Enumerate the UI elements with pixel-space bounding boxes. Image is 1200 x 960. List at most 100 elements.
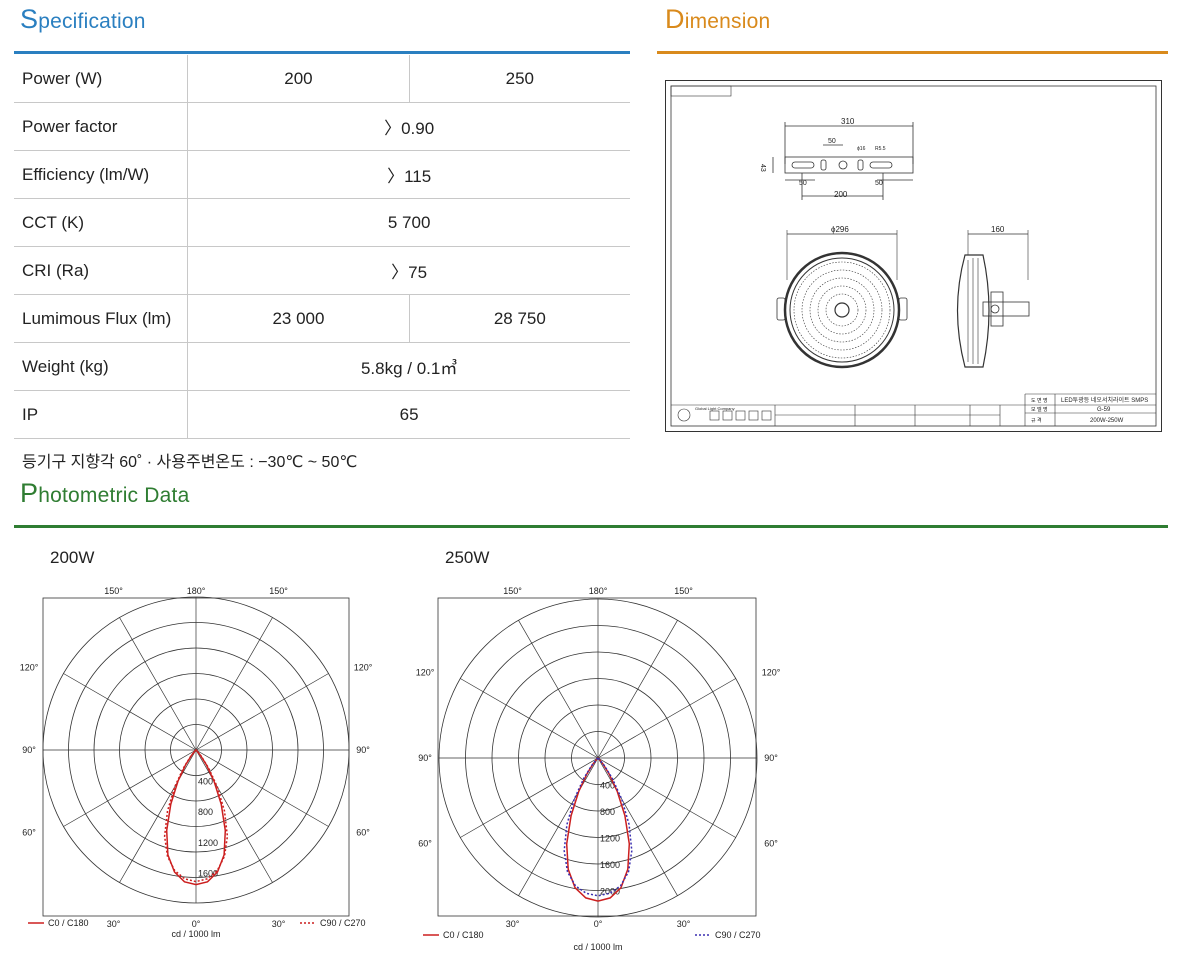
title-company: Global Light Company — [695, 406, 735, 411]
dimension-drawing: 310 50 ϕ16 R5.5 43 50 50 200 ϕ296 160 Gl… — [665, 80, 1162, 432]
unit-label: cd / 1000 lm — [171, 929, 220, 939]
spec-note: 등기구 지향각 60˚ · 사용주변온도 : −30℃ ~ 50℃ — [22, 454, 358, 471]
row-value: 250 — [409, 55, 630, 103]
chart-250w-title: 250W — [445, 548, 490, 567]
angle-label: 60° — [764, 839, 778, 849]
dim-43: 43 — [759, 164, 766, 172]
angle-label: 0° — [594, 919, 603, 929]
title-product-label: 도 면 명 — [1031, 397, 1048, 404]
angle-label: 150° — [674, 586, 693, 596]
row-value: 28 750 — [409, 294, 630, 343]
polar-spoke — [518, 757, 599, 896]
row-label: IP — [14, 390, 189, 439]
angle-label: 30° — [677, 919, 691, 929]
row-label: Lumimous Flux (lm) — [14, 294, 189, 343]
dim-160: 160 — [991, 225, 1005, 234]
row-value: 5 700 — [187, 198, 630, 247]
legend-label: C0 / C180 — [443, 930, 484, 940]
row-value: 〉115 — [187, 150, 630, 199]
polar-chart-250w: 150° 180° 150° 120° 120° 90° 90° 60° 60° 30° 0° 30°… — [416, 586, 781, 952]
table-row: IP 65 — [14, 390, 630, 439]
dim-50-left: 50 — [799, 180, 807, 187]
angle-label: 60° — [356, 828, 370, 838]
polar-chart-200w: 150° 180° 150° 120° 120° 90° 90° 60° 60° 30° 0° 30°… — [20, 586, 373, 939]
angle-label: 60° — [22, 828, 36, 838]
angle-label: 30° — [506, 919, 520, 929]
radial-tick-label: 1600 — [600, 860, 620, 870]
spec-title-rule — [14, 51, 630, 54]
spec-title-rest: pecification — [38, 10, 146, 33]
row-label: CCT (K) — [14, 198, 189, 247]
legend-label: C90 / C270 — [320, 918, 366, 928]
angle-label: 150° — [503, 586, 522, 596]
photometric-title-cap: P — [20, 478, 39, 508]
radial-tick-label: 400 — [198, 777, 213, 787]
angle-label: 180° — [187, 586, 206, 596]
polar-spoke — [195, 617, 273, 751]
row-label: Weight (kg) — [14, 342, 189, 391]
dimension-title-rest: imension — [684, 10, 771, 33]
angle-label: 120° — [354, 663, 373, 673]
table-row: CCT (K) 5 700 — [14, 198, 630, 247]
dimension-title-rule — [657, 51, 1168, 54]
polar-spoke — [597, 678, 736, 759]
row-value: 23 000 — [187, 294, 410, 343]
spec-title: Specification — [20, 4, 146, 35]
dim-200: 200 — [834, 190, 848, 199]
polar-spoke — [518, 620, 599, 759]
angle-label: 120° — [762, 668, 781, 678]
angle-label: 30° — [107, 919, 121, 929]
angle-label: 120° — [20, 663, 39, 673]
spec-table: Power (W) 200 250 Power factor 〉0.90 Eff… — [14, 55, 630, 439]
polar-spoke — [460, 678, 599, 759]
dim-radius: R5.5 — [875, 146, 886, 152]
photometric-title-rule — [14, 525, 1168, 528]
radial-tick-label: 800 — [600, 807, 615, 817]
polar-spoke — [597, 757, 678, 896]
table-row: Lumimous Flux (lm) 23 000 28 750 — [14, 294, 630, 343]
angle-label: 90° — [764, 753, 778, 763]
table-row: CRI (Ra) 〉75 — [14, 246, 630, 295]
legend-label: C0 / C180 — [48, 918, 89, 928]
angle-label: 180° — [589, 586, 608, 596]
angle-label: 90° — [356, 745, 370, 755]
dimension-title-cap: D — [665, 4, 685, 34]
row-value: 200 — [187, 55, 410, 103]
polar-spoke — [195, 673, 329, 751]
radial-tick-label: 800 — [198, 807, 213, 817]
row-value: 5.8kg / 0.1㎥ — [187, 342, 630, 391]
title-spec-label: 규 격 — [1031, 417, 1042, 424]
title-model: G-59 — [1097, 407, 1111, 413]
table-row: Power (W) 200 250 — [14, 55, 630, 103]
radial-tick-label: 1200 — [600, 834, 620, 844]
title-product-name: LED투광등 네오서치라이트 SMPS — [1061, 396, 1148, 404]
row-label: Power factor — [14, 102, 189, 151]
row-value: 〉0.90 — [187, 102, 630, 151]
table-row: Efficiency (lm/W) 〉115 — [14, 150, 630, 199]
angle-label: 0° — [192, 919, 201, 929]
polar-grid — [42, 596, 350, 917]
title-model-label: 모 델 명 — [1031, 406, 1048, 413]
legend-label: C90 / C270 — [715, 930, 761, 940]
angle-label: 150° — [269, 586, 288, 596]
polar-spoke — [597, 620, 678, 759]
row-value: 65 — [187, 390, 630, 439]
angle-label: 30° — [272, 919, 286, 929]
polar-spoke — [119, 617, 197, 751]
unit-label: cd / 1000 lm — [573, 942, 622, 952]
row-label: Efficiency (lm/W) — [14, 150, 189, 199]
polar-spoke — [63, 673, 197, 751]
dim-dia296: ϕ296 — [831, 225, 849, 234]
photometric-title-rest: hotometric Data — [38, 484, 190, 507]
angle-label: 150° — [104, 586, 123, 596]
dim-hole: ϕ16 — [857, 146, 866, 152]
table-row: Power factor 〉0.90 — [14, 102, 630, 151]
row-value: 〉75 — [187, 246, 630, 295]
angle-label: 120° — [416, 668, 435, 678]
angle-label: 90° — [418, 753, 432, 763]
row-label: CRI (Ra) — [14, 246, 189, 295]
row-label: Power (W) — [14, 55, 189, 103]
dimension-title: Dimension — [665, 4, 770, 35]
dim-50-top: 50 — [828, 138, 836, 145]
table-row: Weight (kg) 5.8kg / 0.1㎥ — [14, 342, 630, 391]
